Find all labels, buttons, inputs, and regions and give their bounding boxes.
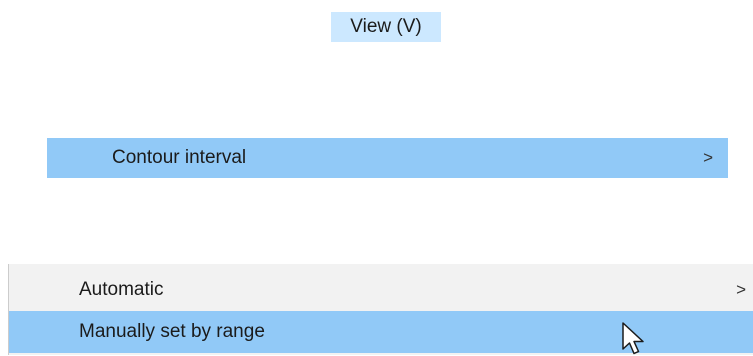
chevron-right-icon: > (703, 148, 713, 167)
chevron-right-icon: > (736, 280, 746, 299)
view-menu-label: View (V) (350, 16, 422, 37)
menu-item-automatic[interactable]: Automatic > (9, 269, 753, 311)
menu-item-contour-interval-label: Contour interval (112, 147, 247, 168)
mouse-pointer-icon (622, 322, 644, 355)
menu-item-contour-interval[interactable]: Contour interval > (47, 138, 728, 178)
menu-item-manually-set-by-range-label: Manually set by range (79, 321, 265, 342)
view-menu-title[interactable]: View (V) (331, 12, 441, 42)
menu-item-automatic-label: Automatic (79, 279, 164, 300)
